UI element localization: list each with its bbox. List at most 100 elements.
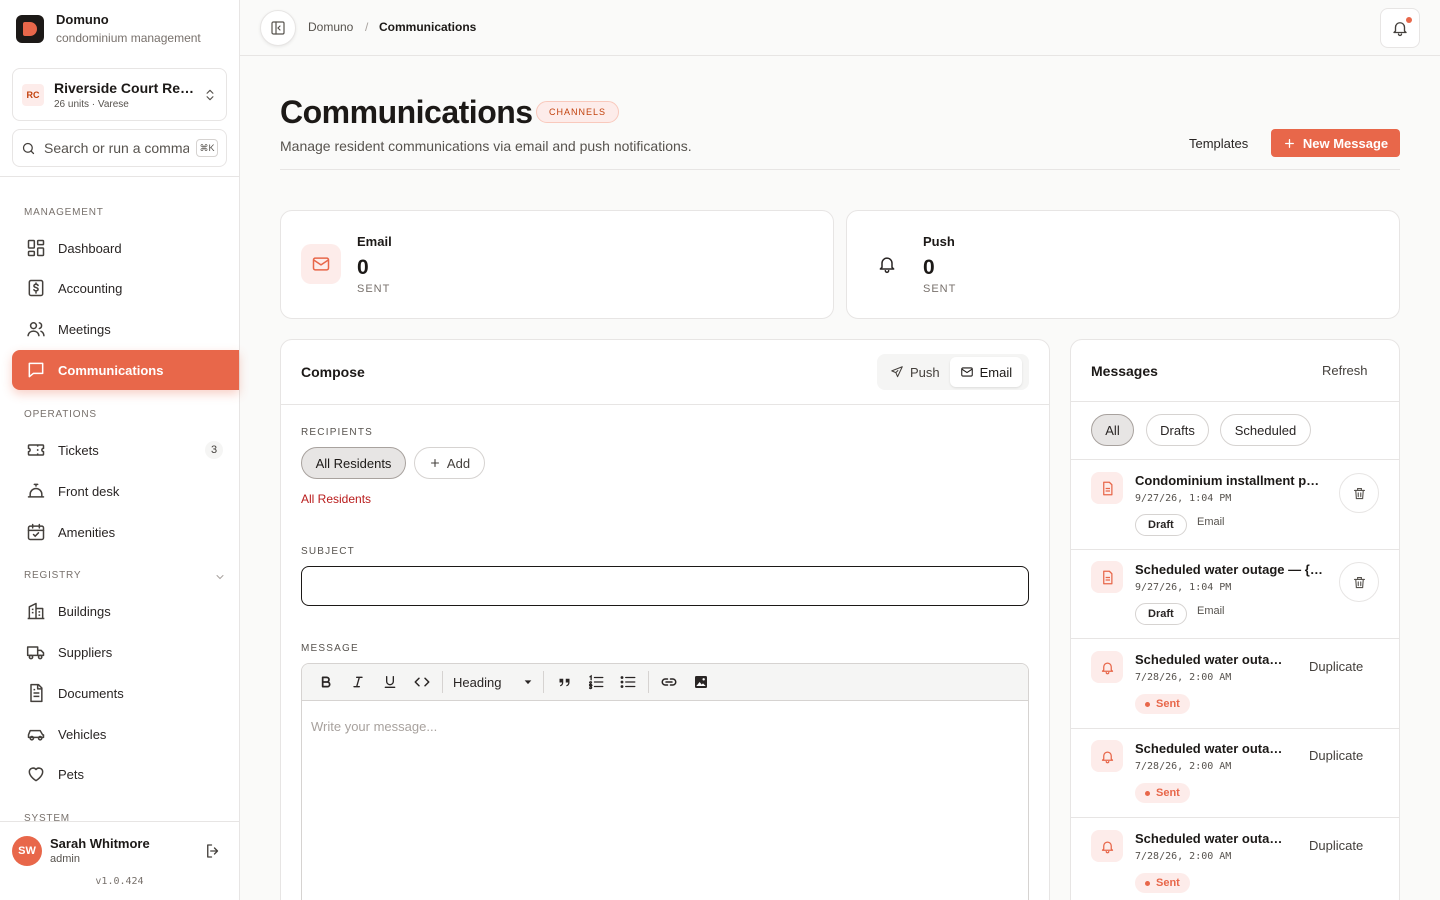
messages-header: Messages Refresh [1071,340,1399,402]
channel-push-button[interactable]: Push [880,357,950,387]
filter-drafts[interactable]: Drafts [1146,414,1209,446]
bell-icon [1091,651,1123,683]
sidebar-item-vehicles[interactable]: Vehicles [12,714,239,754]
notifications-button[interactable] [1380,8,1420,48]
subject-input[interactable] [301,566,1029,606]
heading-select[interactable]: Heading [447,667,539,697]
sidebar-item-meetings[interactable]: Meetings [12,309,239,349]
trash-icon [1352,575,1367,590]
mail-icon [301,244,341,284]
chevron-down-icon[interactable] [214,571,226,583]
delete-button[interactable] [1339,562,1379,602]
compose-title: Compose [301,364,365,380]
sidebar-item-accounting[interactable]: Accounting [12,268,239,308]
breadcrumb-root[interactable]: Domuno [308,20,353,34]
user-role: admin [50,853,80,865]
ticket-icon [26,440,46,460]
brand[interactable]: Domuno condominium management [16,12,201,45]
link-button[interactable] [653,666,685,698]
stat-unit: SENT [923,283,957,295]
compose-panel: Compose Push Email RECIPIENTS All Reside… [280,339,1050,900]
truck-icon [26,642,46,662]
bell-icon [1091,740,1123,772]
bullet-list-button[interactable] [612,666,644,698]
sidebar-item-documents[interactable]: Documents [12,673,239,713]
sidebar-item-dashboard[interactable]: Dashboard [12,228,239,268]
duplicate-button[interactable]: Duplicate [1309,838,1363,853]
avatar[interactable]: SW [12,836,42,866]
dashboard-icon [26,238,46,258]
channel-toggle: Push Email [877,354,1029,390]
message-title: Scheduled water outage — {{title}} [1135,562,1325,577]
channel-email-button[interactable]: Email [949,357,1023,387]
channels-pill: CHANNELS [536,101,620,123]
compose-header: Compose Push Email [281,340,1049,405]
logout-icon[interactable] [204,842,222,860]
subject-label: SUBJECT [301,546,355,557]
message-row[interactable]: Scheduled water outage notice 7/28/26, 2… [1071,728,1399,818]
message-title: Scheduled water outage notice [1135,652,1287,667]
code-button[interactable] [406,666,438,698]
filter-scheduled[interactable]: Scheduled [1220,414,1311,446]
bold-button[interactable] [310,666,342,698]
delete-button[interactable] [1339,473,1379,513]
refresh-button[interactable]: Refresh [1322,363,1368,378]
filter-all[interactable]: All [1091,414,1134,446]
heading-select-value: Heading [453,674,502,690]
sidebar-item-communications[interactable]: Communications [12,350,239,390]
blockquote-button[interactable] [548,666,580,698]
tickets-count-badge: 3 [205,441,223,459]
status-badge: Draft [1135,514,1187,536]
status-badge: Sent [1135,873,1190,893]
underline-icon [382,674,398,690]
file-icon [26,683,46,703]
add-recipient-button[interactable]: Add [414,447,485,479]
sidebar-item-front-desk[interactable]: Front desk [12,471,239,511]
new-message-label: New Message [1302,135,1389,151]
org-badge: RC [22,83,44,106]
org-switcher[interactable]: RC Riverside Court Residences 26 units ·… [12,68,227,121]
sidebar-item-pets[interactable]: Pets [12,754,239,794]
templates-button[interactable]: Templates [1178,129,1259,157]
message-label: MESSAGE [301,643,359,654]
app-version: v1.0.424 [95,876,144,887]
message-body[interactable]: Write your message... [302,701,1028,752]
car-icon [26,724,46,744]
messages-title: Messages [1091,363,1158,379]
sidebar-item-label: Documents [58,685,124,701]
email-stat-card: Email 0 SENT [280,210,834,319]
search-input[interactable] [44,140,189,156]
message-date: 7/28/26, 2:00 AM [1135,761,1232,772]
new-message-button[interactable]: New Message [1271,129,1400,157]
message-row[interactable]: Scheduled water outage — {{title}} 9/27/… [1071,549,1399,639]
sidebar-item-amenities[interactable]: Amenities [12,512,239,552]
message-row[interactable]: Condominium installment payment reminder… [1071,460,1399,550]
sidebar-toggle-button[interactable] [260,10,296,46]
sidebar-item-suppliers[interactable]: Suppliers [12,632,239,672]
trash-icon [1352,486,1367,501]
message-icon [26,360,46,380]
underline-button[interactable] [374,666,406,698]
stat-label: Email [357,234,392,249]
image-button[interactable] [685,666,717,698]
message-row[interactable]: Scheduled water outage notice 7/28/26, 2… [1071,818,1399,900]
italic-button[interactable] [342,666,374,698]
duplicate-button[interactable]: Duplicate [1309,659,1363,674]
app-tagline: condominium management [56,31,201,45]
status-badge: Sent [1135,694,1190,714]
app-name: Domuno [56,12,109,27]
sidebar-item-label: Dashboard [58,240,122,256]
duplicate-button[interactable]: Duplicate [1309,748,1363,763]
channel-tag: Email [1197,605,1225,617]
message-filters: All Drafts Scheduled [1071,402,1399,460]
sidebar-item-label: Pets [58,766,85,782]
message-row[interactable]: Scheduled water outage notice 7/28/26, 2… [1071,639,1399,729]
stat-value: 0 [357,256,369,279]
sidebar-item-tickets[interactable]: Tickets 3 [12,430,239,470]
ordered-list-icon [587,673,605,691]
sidebar-item-buildings[interactable]: Buildings [12,591,239,631]
ordered-list-button[interactable] [580,666,612,698]
message-date: 9/27/26, 1:04 PM [1135,493,1232,504]
recipient-chip-all-residents[interactable]: All Residents [301,447,406,479]
command-search[interactable]: ⌘K [12,129,227,167]
